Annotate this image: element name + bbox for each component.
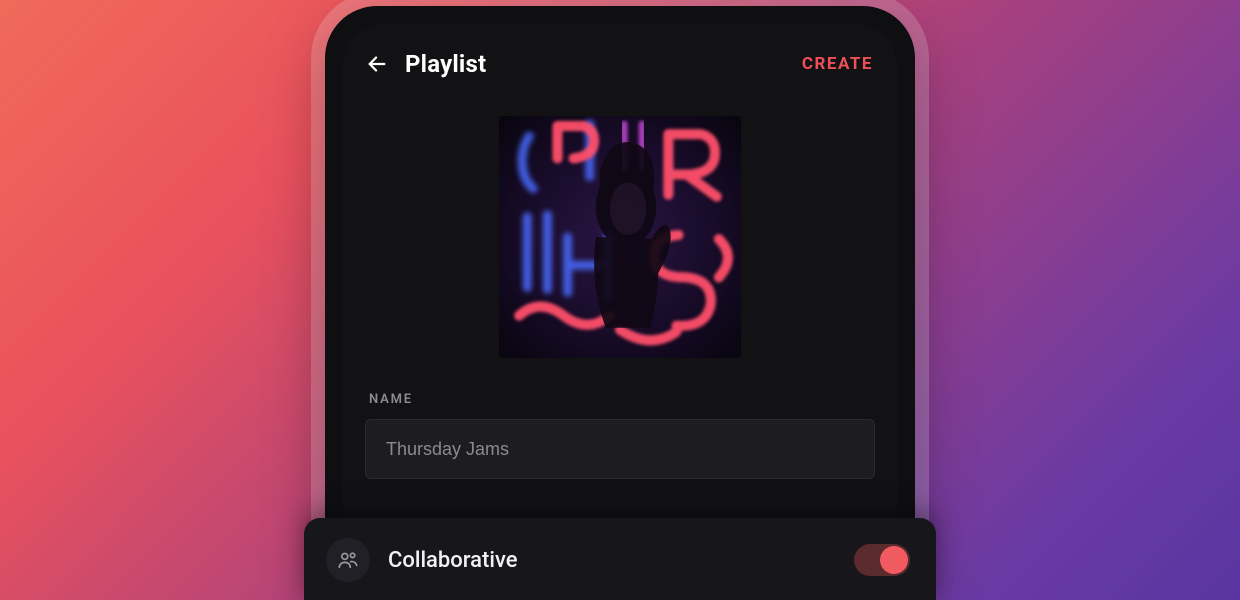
playlist-name-input[interactable] <box>365 419 875 479</box>
collaborative-icon-badge <box>326 538 370 582</box>
top-bar: Playlist CREATE <box>343 24 897 88</box>
users-icon <box>337 549 359 571</box>
name-field-label: NAME <box>369 392 897 407</box>
top-bar-left: Playlist <box>363 50 486 78</box>
cover-art[interactable] <box>499 116 741 358</box>
create-button[interactable]: CREATE <box>802 54 873 74</box>
device-frame: Playlist CREATE <box>325 6 915 600</box>
collaborative-card: Collaborative <box>304 518 936 600</box>
collaborative-title: Collaborative <box>388 548 836 573</box>
back-button[interactable] <box>363 50 391 78</box>
page-title: Playlist <box>405 50 486 78</box>
cover-art-image <box>499 116 741 358</box>
screen: Playlist CREATE <box>343 24 897 600</box>
toggle-knob <box>880 546 908 574</box>
name-field-container <box>365 419 875 479</box>
cover-art-container <box>343 116 897 358</box>
arrow-left-icon <box>366 53 388 75</box>
collaborative-toggle[interactable] <box>854 544 910 576</box>
app-background: Playlist CREATE <box>0 0 1240 600</box>
